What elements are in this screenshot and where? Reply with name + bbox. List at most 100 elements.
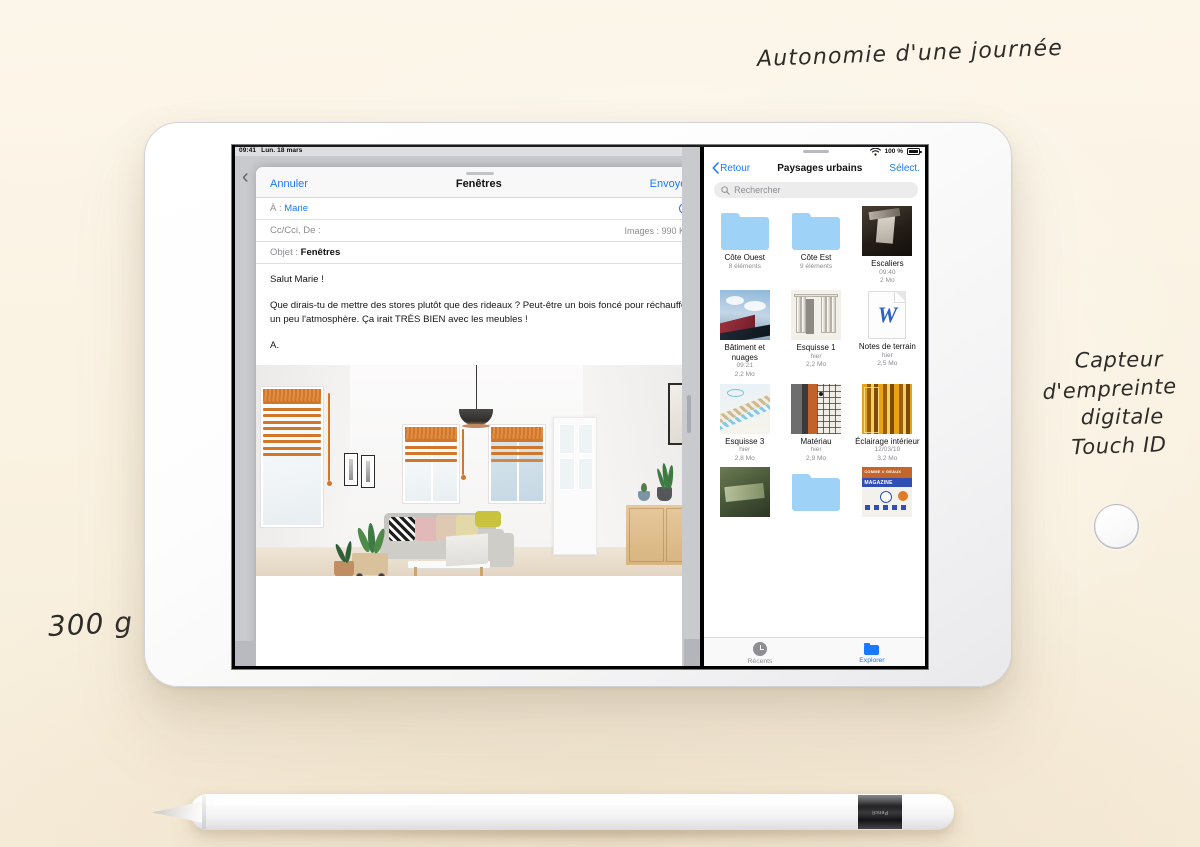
tab-browse-label: Explorer [859,657,885,664]
mail-pane-scroll-strip[interactable] [232,641,256,669]
file-item[interactable]: COMME // GEAUX MAGAZINE [855,467,920,518]
annotation-weight: 300 g [47,605,134,643]
file-item-meta-size: 2,5 Mo [877,360,898,368]
file-item-meta-primary: hier [810,446,822,454]
cc-field-row[interactable]: Cc/Cci, De : Images : 990 Ko [256,220,683,242]
file-item-name: Escaliers [871,259,904,268]
ipad-screen: 09:41 Lun. 18 mars ‹ Annuler Fenêtres En… [232,145,928,669]
select-button[interactable]: Sélect. [889,163,920,174]
file-item-meta-primary: hier [739,446,751,454]
file-item-meta-size: 2,2 Mo [805,361,827,369]
files-app-pane: 100 % Retour Paysages urbains Sélect. Re… [704,145,928,669]
file-item[interactable]: Esquisse 3 hier 2,8 Mo [712,383,777,464]
files-sheet-grabber[interactable] [803,150,830,153]
file-item-name: Côte Est [800,253,832,262]
file-item[interactable] [783,467,848,517]
subject-field-label: Objet : [270,247,298,258]
photo-thumbnail [862,206,913,256]
file-item[interactable]: Esquisse 1 hier 2,2 Mo [783,289,848,380]
file-item-meta-primary: hier [881,351,893,359]
status-date: Lun. 18 mars [261,147,303,154]
tab-browse[interactable]: Explorer [859,643,885,664]
pencil-brand-text: Pencil [871,809,889,815]
mail-body-editor[interactable]: Salut Marie ! Que dirais-tu de mettre de… [256,264,683,669]
living-room-illustration [256,365,683,577]
split-view-divider[interactable] [682,145,705,669]
file-item[interactable]: Éclairage intérieur 12/03/19 3,2 Mo [855,383,920,464]
compose-title: Fenêtres [455,178,502,190]
sheet-grabber[interactable] [466,172,494,175]
search-input[interactable]: Rechercher [714,182,918,198]
folder-icon [720,213,769,250]
files-tab-bar: Récents Explorer [704,637,928,669]
cancel-button[interactable]: Annuler [270,178,308,190]
file-item[interactable]: W Notes de terrain hier 2,5 Mo [855,290,920,380]
folder-icon [792,213,841,250]
file-item-name: Esquisse 3 [725,436,765,446]
file-item-name: Esquisse 1 [796,342,836,352]
file-item-meta-primary: 8 éléments [728,262,761,270]
file-item[interactable]: Matériau hier 2,9 Mo [783,383,848,464]
clock-icon [752,642,767,656]
file-item-meta-primary: 9 éléments [799,262,833,270]
annotation-touch-id-line4: Touch ID [1071,431,1167,459]
file-item[interactable]: Bâtiment et nuages 09:21 2,2 Mo [712,289,777,380]
chevron-left-icon[interactable]: ‹ [242,167,249,187]
wifi-icon [869,147,881,156]
file-item[interactable]: Escaliers 09:40 2 Mo [855,206,920,286]
divider-lower-block [684,639,701,669]
photo-thumbnail [862,383,913,434]
screen-frame-right [925,145,928,669]
back-button[interactable]: Retour [712,162,750,174]
mail-signature: A. [270,339,280,351]
file-item-meta-primary: 09:21 [736,362,753,370]
battery-percent-label: 100 % [884,148,903,155]
mail-greeting: Salut Marie ! [270,274,324,285]
subject-field-value: Fenêtres [300,247,341,258]
photo-thumbnail [719,467,770,518]
to-field-label: À : [270,203,282,214]
tab-recents-label: Récents [747,658,773,665]
screen-frame-top [232,145,928,147]
pencil-tip [152,801,204,823]
subject-field-row[interactable]: Objet : Fenêtres [256,242,683,264]
file-item-meta-primary: 12/03/19 [874,446,901,454]
mail-attachment-photo[interactable] [256,364,683,577]
tab-recents[interactable]: Récents [747,642,773,665]
file-item-meta-primary: hier [810,352,822,360]
file-item[interactable] [712,467,777,518]
plus-circle-icon[interactable]: + [679,203,683,214]
file-item-name: Matériau [800,436,832,446]
to-field-row[interactable]: À : Marie + [256,198,683,220]
home-button-touch-id[interactable] [1094,504,1139,549]
apple-pencil[interactable]: Pencil [152,794,972,839]
send-button[interactable]: Envoyer [650,178,682,190]
cc-field-label: Cc/Cci, De : [270,225,321,236]
pencil-body [190,794,954,830]
annotation-touch-id: Capteur d'empreinte digitale Touch ID [1027,344,1200,462]
divider-drag-handle[interactable] [687,395,692,433]
files-grid: Côte Ouest 8 éléments Côte Est 9 éléments Es… [704,206,928,518]
file-item-meta-size: 2,8 Mo [734,454,755,462]
word-document-icon: W [868,290,907,339]
file-item-meta-size: 3,2 Mo [877,454,898,462]
photo-thumbnail [719,289,770,340]
to-field-value: Marie [284,203,309,214]
folder-icon [792,474,841,512]
battery-full-icon [907,148,922,155]
file-item-name: Bâtiment et nuages [724,342,765,362]
images-size-label: Images : 990 Ko [624,225,683,236]
mail-app-pane: 09:41 Lun. 18 mars ‹ Annuler Fenêtres En… [232,145,683,669]
screen-frame-left [232,145,235,669]
back-button-label: Retour [720,162,751,174]
file-item[interactable]: Côte Ouest 8 éléments [712,206,777,286]
ipad-device: 09:41 Lun. 18 mars ‹ Annuler Fenêtres En… [144,122,1139,687]
search-placeholder: Rechercher [734,185,781,195]
mail-paragraph: Que dirais-tu de mettre des stores plutô… [270,299,683,326]
files-nav-bar: Retour Paysages urbains Sélect. [704,158,928,178]
photo-thumbnail [791,383,842,434]
file-item[interactable]: Côte Est 9 éléments [783,206,848,286]
annotation-touch-id-line1: Capteur [1074,347,1164,373]
file-item-meta-size: 2,2 Mo [734,370,755,378]
status-time: 09:41 [239,147,257,154]
